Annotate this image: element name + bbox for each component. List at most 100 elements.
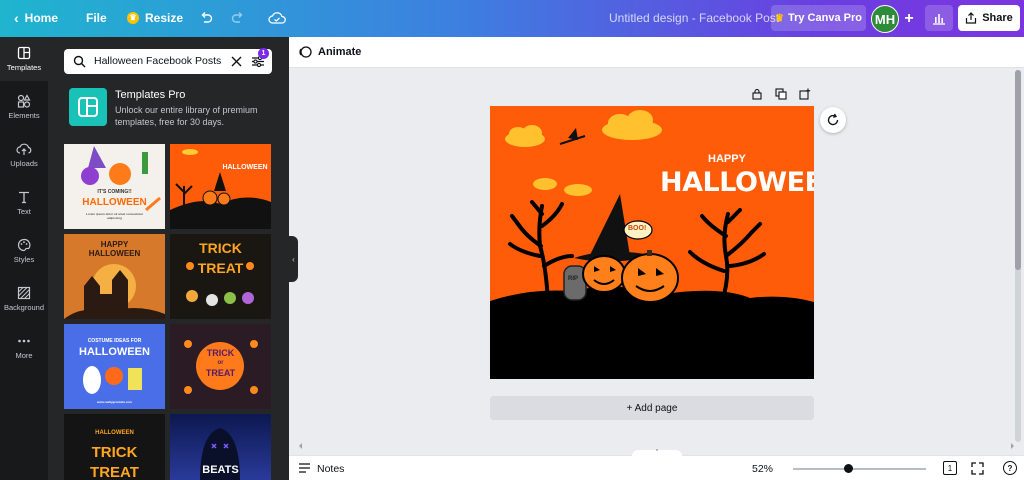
thumb-line2: or [217,360,224,366]
template-thumbnail[interactable]: COSTUME IDEAS FOR HALLOWEEN www.reallygr… [64,324,165,409]
template-thumbnail[interactable]: TRICK TREAT [170,234,271,319]
chevron-left-icon: ‹ [292,254,295,264]
chevron-left-icon: ‹ [14,10,19,26]
design-text-boo[interactable]: BOO! [628,225,646,232]
design-title[interactable]: Untitled design - Facebook Post [603,5,785,31]
thumb-line2: HALLOWEEN [79,346,150,358]
design-text-halloween[interactable]: HALLOWEEN [660,167,814,198]
halloween-thumbnail-art [170,149,271,229]
avatar-initials: MH [874,11,896,27]
template-thumbnail[interactable]: TRICK or TREAT [170,324,271,409]
halloween-thumbnail-art [83,366,142,394]
halloween-thumbnail-art [184,340,258,394]
share-button[interactable]: Share [958,5,1020,31]
undo-icon [201,12,213,23]
thumb-line2: TREAT [197,260,244,276]
design-text-rip[interactable]: RIP [568,276,578,282]
rail-item-more[interactable]: More [0,325,48,369]
cloud-check-icon [268,12,286,24]
avatar[interactable]: MH [871,5,899,33]
share-label: Share [982,12,1013,24]
horizontal-scrollbar[interactable] [298,443,1015,449]
lock-page-button[interactable] [750,87,764,101]
thumb-line3: Lorem ipsum dolor sit amet consectetur a… [85,212,144,220]
add-page-icon [799,88,811,100]
cloud-save-button[interactable] [262,5,292,31]
add-page-top-button[interactable] [798,87,812,101]
page-count-button[interactable]: 1 [943,461,957,475]
rail-item-uploads[interactable]: Uploads [0,133,48,177]
rail-label: Styles [13,255,35,264]
try-canva-pro-button[interactable]: ♛ Try Canva Pro [771,5,866,31]
template-thumbnail[interactable]: HALLOWEEN TRICK TREAT [64,414,165,480]
thumb-line2: HALLOWEEN [88,249,141,258]
thumb-line1: HALLOWEEN [95,430,134,436]
invite-button[interactable]: + [898,6,920,32]
rail-label: Background [3,303,45,312]
template-thumbnail[interactable]: HALLOWEEN [170,144,271,229]
rail-item-templates[interactable]: Templates [0,37,48,81]
file-menu-button[interactable]: File [80,5,113,31]
search-input[interactable]: Halloween Facebook Posts [94,55,221,67]
rail-item-elements[interactable]: Elements [0,85,48,129]
resize-button[interactable]: ♛ Resize [121,5,189,31]
promo-title[interactable]: Templates Pro [115,89,185,101]
elements-icon [17,94,31,108]
vertical-scrollbar-thumb[interactable] [1015,70,1021,270]
thumb-line2: HALLOWEEN [82,197,147,208]
top-bar: ‹ Home File ♛ Resize Untitled design - F… [0,0,1024,37]
thumb-line1: IT'S COMING!! [97,189,132,195]
collapse-panel-button[interactable]: ‹ [289,236,298,282]
templates-icon [17,46,31,60]
rail-label: Elements [8,111,40,120]
design-title-text: Untitled design - Facebook Post [609,11,780,25]
rail-item-background[interactable]: Background [0,277,48,321]
search-box[interactable]: Halloween Facebook Posts [64,49,272,74]
duplicate-icon [775,88,787,100]
show-pages-handle[interactable]: ˆ [632,450,682,457]
home-button[interactable]: ‹ Home [8,5,64,31]
thumb-line2: TRICK [91,444,138,461]
notes-button[interactable]: Notes [317,463,344,475]
help-button[interactable]: ? [1003,461,1017,475]
thumb-line1: COSTUME IDEAS FOR [87,338,142,344]
template-thumbnail[interactable]: IT'S COMING!! HALLOWEEN Lorem ipsum dolo… [64,144,165,229]
plus-icon: + [904,10,914,27]
templates-pro-logo-icon [78,97,98,117]
zoom-level[interactable]: 52% [752,463,773,475]
insights-button[interactable] [925,5,953,31]
redo-icon [231,12,243,23]
templates-pro-icon[interactable] [69,88,107,126]
refresh-design-button[interactable] [820,107,846,133]
template-thumbnail[interactable]: HAPPY HALLOWEEN [64,234,165,319]
duplicate-page-button[interactable] [774,87,788,101]
uploads-icon [16,143,32,155]
thumb-line3: TREAT [90,464,139,480]
rail-label: Text [17,207,31,216]
template-thumbnail[interactable]: BEATS [170,414,271,480]
vertical-scrollbar[interactable] [1015,70,1021,442]
thumb-line3: TREAT [205,368,236,378]
styles-icon [17,238,31,252]
undo-button[interactable] [193,5,219,31]
thumb-line3: www.reallygreatsite.com [96,400,133,404]
redo-button[interactable] [225,5,251,31]
crown-icon: ♛ [127,12,139,24]
animate-icon [299,46,312,58]
animate-button[interactable]: Animate [318,46,361,58]
halloween-design-art [490,110,814,379]
bottom-bar: ˆ Notes 52% 1 ? [289,450,1024,480]
design-canvas[interactable]: HAPPY HALLOWEEN BOO! RIP [490,106,814,379]
rail-item-text[interactable]: Text [0,181,48,225]
fullscreen-icon[interactable] [971,462,984,475]
promo-description: Unlock our entire library of premium tem… [115,105,258,127]
design-text-happy[interactable]: HAPPY [708,153,746,165]
clear-search-icon[interactable] [231,56,242,67]
zoom-slider[interactable] [793,468,926,470]
home-label: Home [24,11,59,25]
rail-item-styles[interactable]: Styles [0,229,48,273]
add-page-button[interactable]: + Add page [490,396,814,420]
zoom-slider-knob[interactable] [844,464,854,473]
thumb-line1: TRICK [206,348,235,358]
scroll-right-icon [1011,443,1014,449]
